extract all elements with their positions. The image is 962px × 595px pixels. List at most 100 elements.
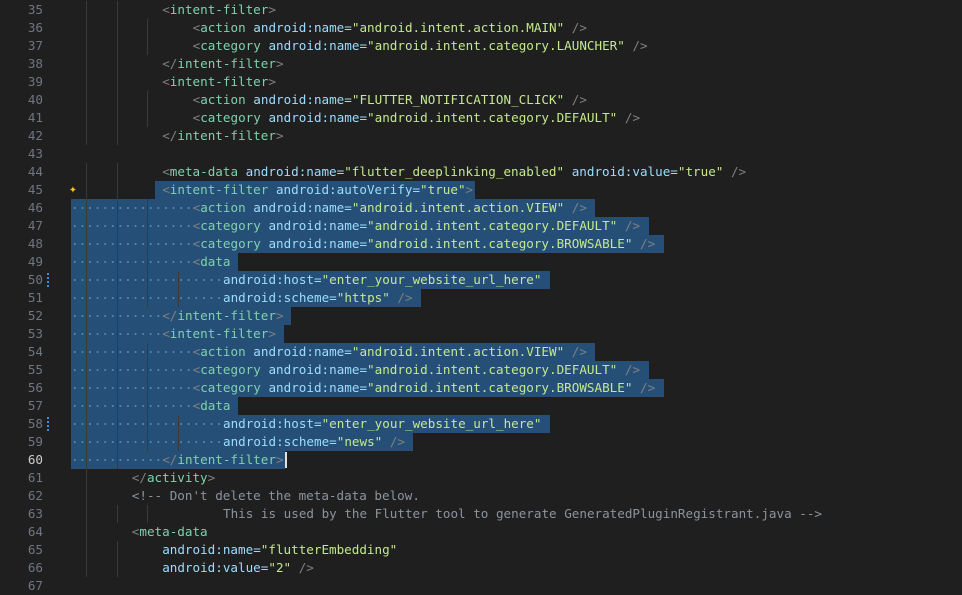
line-number: 41	[27, 110, 43, 125]
code-line[interactable]: 63 This is used by the Flutter tool to ge…	[0, 505, 962, 523]
whitespace-dots	[71, 387, 191, 389]
indent-guide	[116, 181, 118, 199]
code-line[interactable]: 47 <category android:name="android.intent…	[0, 217, 962, 235]
code-line[interactable]: 59 android:scheme="news" />	[0, 433, 962, 451]
code-line[interactable]: 43	[0, 145, 962, 163]
code-line[interactable]: 40 <action android:name="FLUTTER_NOTIFICA…	[0, 91, 962, 109]
code-line[interactable]: 62 <!-- Don't delete the meta-data below.	[0, 487, 962, 505]
indent-guide	[86, 109, 88, 127]
line-number: 47	[27, 218, 43, 233]
code-line[interactable]: 56 <category android:name="android.intent…	[0, 379, 962, 397]
diff-modified-icon[interactable]	[47, 273, 49, 287]
code-line[interactable]: 46 <action android:name="android.intent.a…	[0, 199, 962, 217]
indent-guide	[86, 325, 88, 343]
code-line[interactable]: 42 </intent-filter>	[0, 127, 962, 145]
indent-guide	[147, 253, 149, 271]
indent-guide	[116, 109, 118, 127]
code-line[interactable]: 39 <intent-filter>	[0, 73, 962, 91]
code-text: <meta-data	[131, 524, 208, 539]
text-cursor	[284, 452, 287, 468]
line-number: 58	[27, 416, 43, 431]
indent-guide	[116, 343, 118, 361]
line-number: 52	[27, 308, 43, 323]
indent-guide	[86, 37, 88, 55]
indent-guide	[86, 451, 88, 469]
code-text: <intent-filter>	[162, 326, 276, 341]
code-text: <action android:name="android.intent.act…	[192, 344, 587, 359]
code-text: <data	[192, 254, 231, 269]
line-number: 36	[27, 20, 43, 35]
indent-guide	[116, 19, 118, 37]
code-line[interactable]: 37 <category android:name="android.intent…	[0, 37, 962, 55]
indent-guide	[147, 361, 149, 379]
code-line[interactable]: 55 <category android:name="android.intent…	[0, 361, 962, 379]
code-text: android:host="enter_your_website_url_her…	[223, 272, 542, 287]
line-number: 50	[27, 272, 43, 287]
indent-guide	[147, 289, 149, 307]
code-line[interactable]: 61 </activity>	[0, 469, 962, 487]
indent-guide	[86, 91, 88, 109]
indent-guide	[147, 433, 149, 451]
code-line[interactable]: 51 android:scheme="https" />	[0, 289, 962, 307]
indent-guide	[116, 433, 118, 451]
whitespace-dots	[71, 243, 191, 245]
code-line[interactable]: 48 <category android:name="android.intent…	[0, 235, 962, 253]
code-line[interactable]: 57 <data	[0, 397, 962, 415]
code-line[interactable]: 45 ✦ <intent-filter android:autoVerify="tr…	[0, 181, 962, 199]
code-line[interactable]: 66 android:value="2" />	[0, 559, 962, 577]
line-number: 60	[27, 452, 43, 467]
indent-guide	[147, 91, 149, 109]
whitespace-dots	[71, 315, 161, 317]
indent-guide	[116, 1, 118, 19]
code-text: <action android:name="android.intent.act…	[192, 20, 587, 35]
code-line[interactable]: 65 android:name="flutterEmbedding"	[0, 541, 962, 559]
indent-guide	[116, 73, 118, 91]
indent-guide	[86, 307, 88, 325]
indent-guide	[147, 397, 149, 415]
code-line[interactable]: 67	[0, 577, 962, 595]
code-text: android:name="flutterEmbedding"	[162, 542, 398, 557]
indent-guide	[86, 505, 88, 523]
indent-guide	[86, 523, 88, 541]
code-line[interactable]: 38 </intent-filter>	[0, 55, 962, 73]
indent-guide	[86, 181, 88, 199]
code-line[interactable]: 53 <intent-filter>	[0, 325, 962, 343]
code-text: <category android:name="android.intent.c…	[192, 110, 641, 125]
code-text: <category android:name="android.intent.c…	[192, 380, 656, 395]
line-number: 51	[27, 290, 43, 305]
whitespace-dots	[71, 207, 191, 209]
code-text: <data	[192, 398, 231, 413]
code-line[interactable]: 49 <data	[0, 253, 962, 271]
indent-guide	[86, 217, 88, 235]
line-number: 49	[27, 254, 43, 269]
indent-guide	[86, 127, 88, 145]
indent-guide	[86, 19, 88, 37]
line-number: 66	[27, 560, 43, 575]
code-line[interactable]: 44 <meta-data android:name="flutter_deepl…	[0, 163, 962, 181]
indent-guide	[116, 379, 118, 397]
code-line[interactable]: 60 </intent-filter>	[0, 451, 962, 469]
indent-guide	[86, 271, 88, 289]
code-line[interactable]: 35 <intent-filter>	[0, 1, 962, 19]
indent-guide	[147, 415, 149, 433]
code-line[interactable]: 52 </intent-filter>	[0, 307, 962, 325]
code-line[interactable]: 58 android:host="enter_your_website_url_h…	[0, 415, 962, 433]
indent-guide	[177, 415, 179, 433]
whitespace-dots	[71, 405, 191, 407]
code-line[interactable]: 36 <action android:name="android.intent.a…	[0, 19, 962, 37]
indent-guide	[86, 559, 88, 577]
sparkle-icon[interactable]: ✦	[69, 183, 83, 197]
indent-guide	[86, 163, 88, 181]
line-number: 45	[27, 182, 43, 197]
indent-guide	[116, 91, 118, 109]
indent-guide	[116, 127, 118, 145]
diff-modified-icon[interactable]	[47, 417, 49, 431]
code-line[interactable]: 64 <meta-data	[0, 523, 962, 541]
indent-guide	[86, 235, 88, 253]
indent-guide	[116, 325, 118, 343]
code-line[interactable]: 50 android:host="enter_your_website_url_h…	[0, 271, 962, 289]
code-line[interactable]: 54 <action android:name="android.intent.a…	[0, 343, 962, 361]
line-number: 43	[27, 146, 43, 161]
code-line[interactable]: 41 <category android:name="android.intent…	[0, 109, 962, 127]
code-editor[interactable]: 35 <intent-filter> 36 <action android:name=…	[0, 0, 962, 593]
